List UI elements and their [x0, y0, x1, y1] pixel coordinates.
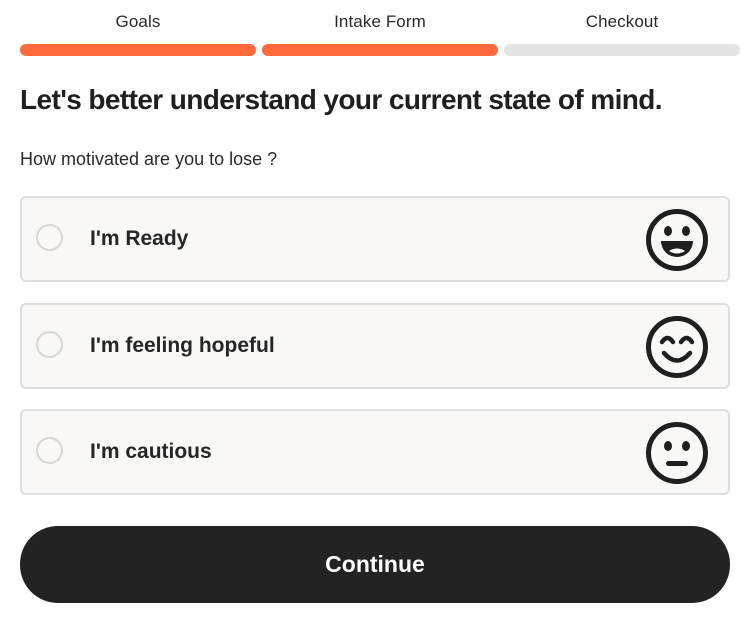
- radio-button[interactable]: [36, 224, 63, 251]
- smiling-face-icon: [646, 316, 708, 378]
- progress-steps: Goals Intake Form Checkout: [20, 10, 740, 58]
- step-goals: Goals: [20, 10, 256, 58]
- radio-button[interactable]: [36, 437, 63, 464]
- option-cautious[interactable]: I'm cautious: [20, 409, 730, 495]
- step-checkout: Checkout: [504, 10, 740, 58]
- page-title: Let's better understand your current sta…: [20, 84, 663, 115]
- radio-button[interactable]: [36, 331, 63, 358]
- neutral-face-icon: [646, 422, 708, 484]
- step-progress-bar: [262, 44, 498, 56]
- step-intake-form: Intake Form: [262, 10, 498, 58]
- step-label: Intake Form: [334, 12, 426, 31]
- question-text: How motivated are you to lose ?: [20, 149, 278, 169]
- step-progress-bar: [20, 44, 256, 56]
- option-label: I'm feeling hopeful: [90, 334, 275, 357]
- step-progress-bar: [504, 44, 740, 56]
- option-label: I'm cautious: [90, 440, 212, 463]
- option-feeling-hopeful[interactable]: I'm feeling hopeful: [20, 303, 730, 389]
- step-label: Checkout: [585, 12, 659, 31]
- step-label: Goals: [115, 12, 161, 31]
- grinning-face-icon: [646, 209, 708, 271]
- continue-button[interactable]: Continue: [20, 526, 730, 603]
- option-label: I'm Ready: [90, 227, 189, 250]
- option-ready[interactable]: I'm Ready: [20, 196, 730, 282]
